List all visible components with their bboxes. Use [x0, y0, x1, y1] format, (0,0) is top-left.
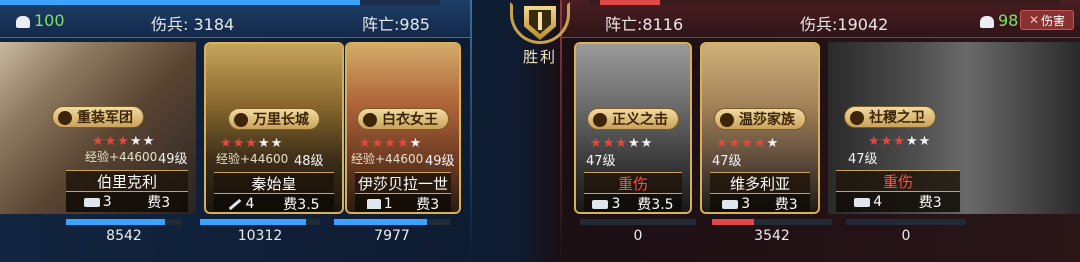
corps-icon — [593, 113, 607, 127]
hero-hp-bar — [846, 219, 966, 225]
hero-hp-value: 10312 — [237, 228, 283, 244]
corps-icon — [58, 111, 72, 125]
hero-card[interactable]: 白衣女王 ★★★★★ 经验+44600 49级 伊莎贝拉一世 1 费3 — [345, 42, 461, 214]
corps-badge: 万里长城 — [228, 108, 320, 130]
corps-icon — [363, 113, 377, 127]
hero-name: 伯里克利 — [66, 170, 188, 192]
hero-status: 重伤 — [836, 170, 960, 192]
hero-name: 维多利亚 — [710, 172, 810, 194]
right-wounded: 伤兵:19042 — [800, 15, 889, 34]
left-army-bar-fill — [0, 0, 360, 5]
corps-badge: 白衣女王 — [357, 108, 449, 130]
hero-stats: 4 费3 — [836, 192, 960, 212]
star-rating: ★★★★★ — [220, 136, 284, 151]
damage-button[interactable]: ✕ 伤害 — [1020, 10, 1074, 30]
corps-badge: 重装军团 — [52, 106, 144, 128]
star-rating: ★★★★★ — [590, 136, 654, 151]
hero-card[interactable]: 正义之击 ★★★★★ 47级 重伤 3 费3.5 — [574, 42, 692, 214]
corps-badge: 正义之击 — [587, 108, 679, 130]
hero-hp-value: 7977 — [374, 228, 410, 244]
hero-level: 47级 — [848, 152, 878, 167]
hero-hp-bar — [712, 219, 832, 225]
sword-icon — [538, 12, 542, 30]
right-army-bar-track — [590, 0, 1060, 5]
hero-hp-bar — [580, 219, 696, 225]
hero-level: 49级 — [158, 152, 188, 167]
hero-card[interactable]: 重装军团 ★★★★★ 经验+44600 49级 伯里克利 3 费3 — [0, 42, 196, 214]
hero-name: 伊莎贝拉一世 — [355, 172, 451, 194]
morale-icon — [980, 15, 994, 28]
star-rating: ★★★★★ — [716, 136, 780, 151]
cavalry-icon — [366, 199, 381, 209]
hero-hp-bar — [66, 219, 182, 225]
tank-icon — [83, 197, 100, 207]
hero-level: 48级 — [294, 154, 324, 169]
hero-status: 重伤 — [584, 172, 682, 194]
hero-card[interactable]: 温莎家族 ★★★★★ 47级 维多利亚 3 费3 — [700, 42, 820, 214]
corps-icon — [234, 113, 248, 127]
right-killed: 阵亡:8116 — [605, 15, 684, 34]
hero-stats: 4 费3.5 — [214, 194, 334, 212]
hero-exp: 经验+44600 — [351, 152, 424, 166]
hero-exp: 经验+44600 — [216, 152, 289, 166]
hero-hp-value: 0 — [901, 228, 911, 244]
tank-icon — [592, 199, 609, 209]
gun-icon — [229, 198, 242, 210]
star-rating: ★★★★★ — [359, 136, 423, 151]
close-icon: ✕ — [1028, 13, 1040, 27]
left-divider — [470, 0, 472, 262]
hero-stats: 3 费3.5 — [584, 194, 682, 212]
hero-card[interactable]: 万里长城 ★★★★★ 经验+44600 48级 秦始皇 4 费3.5 — [204, 42, 344, 214]
right-army-bar-fill — [600, 0, 660, 5]
hero-card[interactable]: 社稷之卫 ★★★★★ 47级 重伤 4 费3 — [828, 42, 1080, 214]
corps-icon — [850, 111, 864, 125]
hero-level: 47级 — [586, 154, 616, 169]
tank-icon — [854, 197, 871, 207]
hero-exp: 经验+44600 — [85, 150, 158, 164]
hero-level: 49级 — [425, 154, 455, 169]
battle-report: { "result": {"label": "胜利"}, "left": { "… — [0, 0, 1080, 262]
hero-hp-value: 0 — [633, 228, 643, 244]
corps-badge: 社稷之卫 — [844, 106, 936, 128]
tank-icon — [722, 199, 739, 209]
left-wounded: 伤兵: 3184 — [151, 15, 235, 34]
left-morale: 100 — [16, 11, 65, 30]
star-rating: ★★★★★ — [92, 134, 156, 149]
left-killed: 阵亡:985 — [362, 15, 430, 34]
hero-hp-bar — [200, 219, 320, 225]
corps-badge: 温莎家族 — [714, 108, 806, 130]
hero-stats: 1 费3 — [355, 194, 451, 212]
hero-stats: 3 费3 — [710, 194, 810, 212]
hero-hp-value: 8542 — [106, 228, 142, 244]
hero-name: 秦始皇 — [214, 172, 334, 194]
corps-icon — [720, 113, 734, 127]
hero-hp-value: 3542 — [754, 228, 790, 244]
hero-level: 47级 — [712, 154, 742, 169]
star-rating: ★★★★★ — [868, 134, 932, 149]
right-morale: 98 — [980, 11, 1018, 30]
hero-hp-bar — [334, 219, 450, 225]
morale-icon — [16, 15, 30, 28]
hero-stats: 3 费3 — [66, 192, 188, 212]
